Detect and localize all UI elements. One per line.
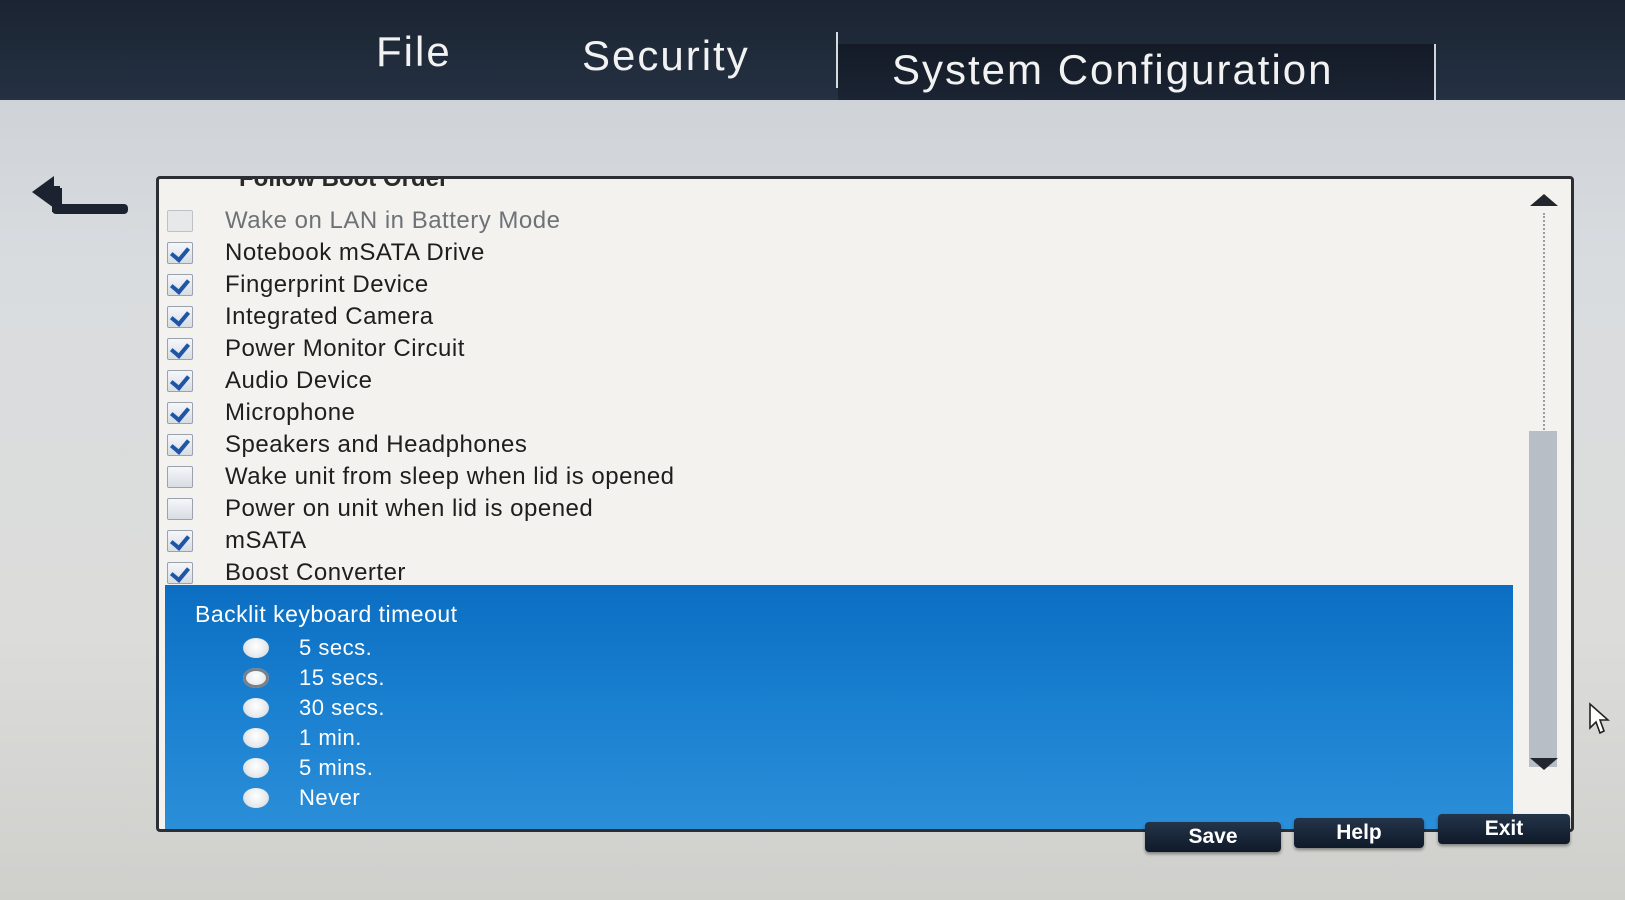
- radio-button[interactable]: [243, 638, 269, 658]
- device-checkbox-row[interactable]: Fingerprint Device: [167, 269, 429, 301]
- timeout-option-15-secs[interactable]: 15 secs.: [243, 663, 385, 693]
- timeout-option-never[interactable]: Never: [243, 783, 360, 813]
- option-label: 5 mins.: [299, 755, 374, 780]
- backlit-keyboard-timeout-title: Backlit keyboard timeout: [195, 601, 458, 627]
- backlit-keyboard-timeout-group: Backlit keyboard timeout 5 secs. 15 secs…: [165, 585, 1513, 829]
- device-label: Microphone: [225, 399, 356, 426]
- device-label: Notebook mSATA Drive: [225, 239, 485, 266]
- save-button[interactable]: Save: [1145, 822, 1281, 852]
- checkbox[interactable]: [167, 498, 193, 520]
- tab-system-configuration[interactable]: System Configuration: [838, 44, 1436, 100]
- checkbox[interactable]: [167, 242, 193, 264]
- list-item-label: Follow Boot Order: [239, 176, 449, 192]
- timeout-option-1-min[interactable]: 1 min.: [243, 723, 362, 753]
- triangle-up-icon[interactable]: [1529, 193, 1559, 207]
- tab-security[interactable]: Security: [582, 32, 750, 80]
- device-label: Speakers and Headphones: [225, 431, 528, 458]
- device-checkbox-row[interactable]: Power on unit when lid is opened: [167, 493, 593, 525]
- radio-icon: [183, 176, 211, 177]
- checkbox[interactable]: [167, 562, 193, 584]
- device-checkbox-row[interactable]: Notebook mSATA Drive: [167, 237, 485, 269]
- checkbox[interactable]: [167, 402, 193, 424]
- checkbox[interactable]: [167, 210, 193, 232]
- device-checkbox-row[interactable]: Audio Device: [167, 365, 372, 397]
- device-label: Fingerprint Device: [225, 271, 429, 298]
- list-item-follow-boot-order[interactable]: Follow Boot Order: [239, 176, 449, 193]
- top-menu-bar: File Security System Configuration: [0, 0, 1625, 100]
- device-label: Integrated Camera: [225, 303, 434, 330]
- checkbox[interactable]: [167, 370, 193, 392]
- device-checkbox-row[interactable]: Power Monitor Circuit: [167, 333, 465, 365]
- radio-button[interactable]: [243, 758, 269, 778]
- device-checkbox-row[interactable]: mSATA: [167, 525, 307, 557]
- checkbox[interactable]: [167, 530, 193, 552]
- timeout-option-30-secs[interactable]: 30 secs.: [243, 693, 385, 723]
- checkbox[interactable]: [167, 306, 193, 328]
- device-label: Wake on LAN in Battery Mode: [225, 207, 561, 234]
- option-label: 1 min.: [299, 725, 362, 750]
- device-label: Audio Device: [225, 367, 373, 394]
- option-label: 30 secs.: [299, 695, 385, 720]
- tab-system-configuration-label: System Configuration: [892, 46, 1334, 93]
- device-configuration-panel: Follow Boot Order Wake on LAN in Battery…: [156, 176, 1574, 832]
- exit-button[interactable]: Exit: [1438, 814, 1570, 844]
- radio-button-selected[interactable]: [243, 668, 269, 688]
- device-checkbox-row[interactable]: Microphone: [167, 397, 355, 429]
- vertical-scrollbar[interactable]: [1525, 193, 1563, 771]
- option-label: Never: [299, 785, 361, 810]
- device-label: Power Monitor Circuit: [225, 335, 465, 362]
- radio-button[interactable]: [243, 788, 269, 808]
- radio-button[interactable]: [243, 698, 269, 718]
- checkbox[interactable]: [167, 274, 193, 296]
- device-checkbox-row[interactable]: Wake on LAN in Battery Mode: [167, 205, 560, 237]
- device-label: Power on unit when lid is opened: [225, 495, 594, 522]
- back-arrow-icon[interactable]: [28, 170, 132, 224]
- option-label: 15 secs.: [299, 665, 385, 690]
- mouse-pointer-icon: [1589, 702, 1610, 735]
- radio-button[interactable]: [243, 728, 269, 748]
- timeout-option-5-mins[interactable]: 5 mins.: [243, 753, 373, 783]
- device-label: mSATA: [225, 527, 307, 554]
- checkbox[interactable]: [167, 434, 193, 456]
- checkbox[interactable]: [167, 466, 193, 488]
- device-checkbox-row[interactable]: Wake unit from sleep when lid is opened: [167, 461, 675, 493]
- help-button[interactable]: Help: [1294, 818, 1424, 848]
- option-label: 5 secs.: [299, 635, 373, 660]
- triangle-down-icon[interactable]: [1529, 757, 1559, 771]
- checkbox[interactable]: [167, 338, 193, 360]
- device-label: Boost Converter: [225, 559, 406, 586]
- tab-file[interactable]: File: [376, 28, 452, 76]
- timeout-option-5-secs[interactable]: 5 secs.: [243, 633, 372, 663]
- device-checkbox-row[interactable]: Integrated Camera: [167, 301, 434, 333]
- device-checkbox-row[interactable]: Speakers and Headphones: [167, 429, 527, 461]
- device-label: Wake unit from sleep when lid is opened: [225, 463, 675, 490]
- scrollbar-thumb[interactable]: [1529, 431, 1557, 767]
